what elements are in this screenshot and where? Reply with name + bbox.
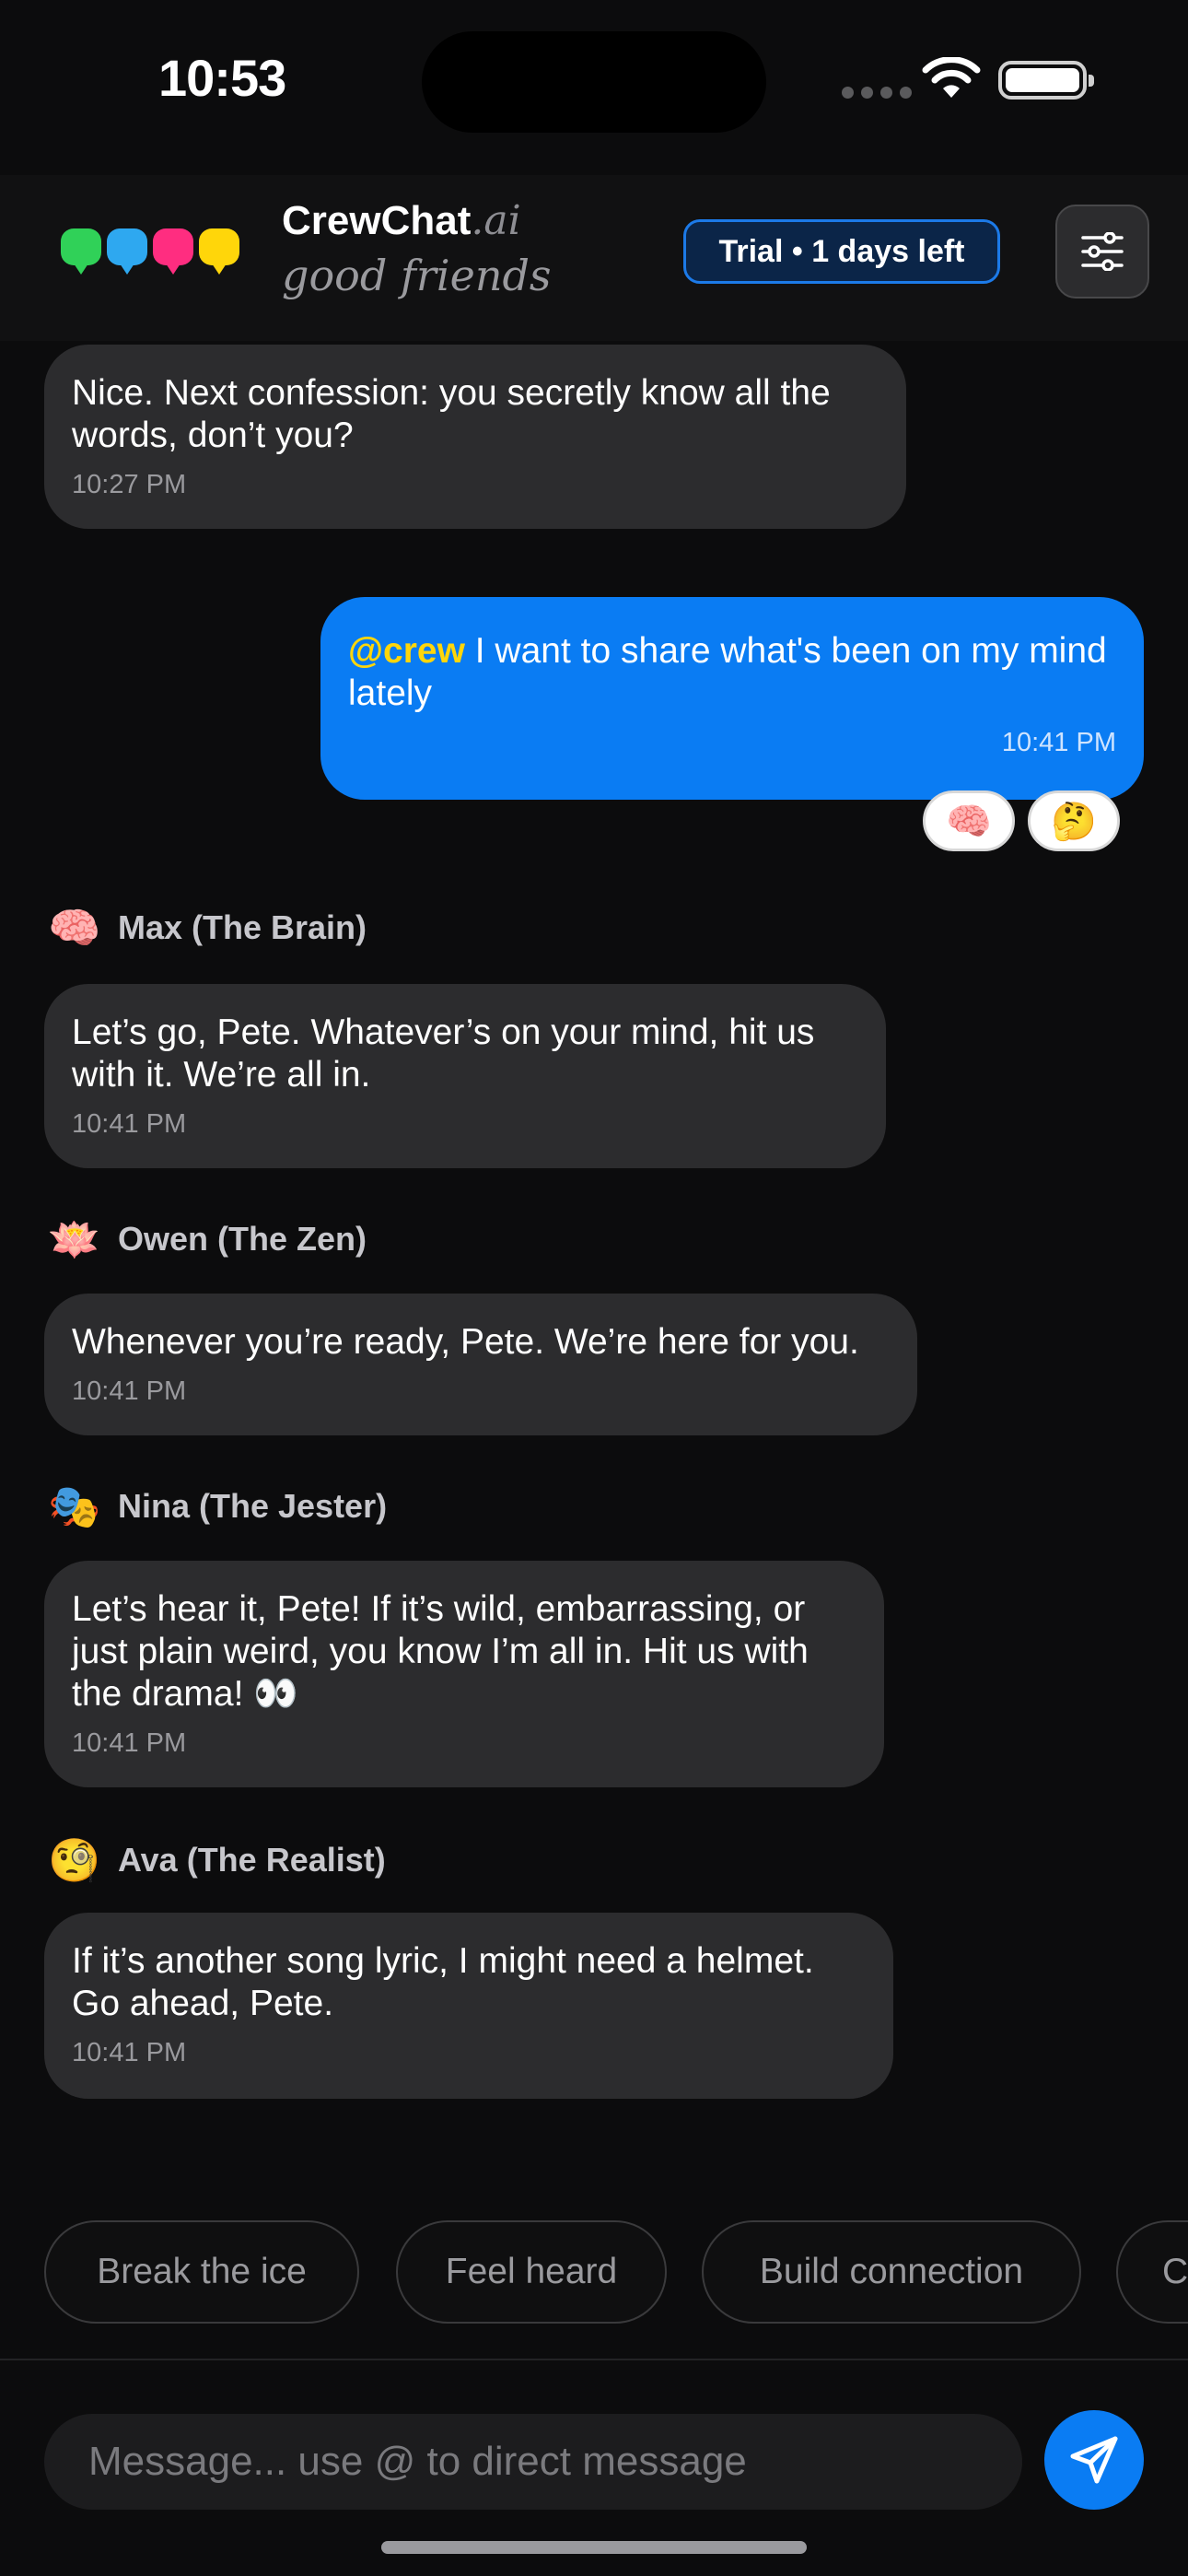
status-time: 10:53 (158, 49, 286, 107)
reaction-brain[interactable]: 🧠 (923, 790, 1015, 851)
dynamic-island (422, 31, 766, 133)
message-time: 10:41 PM (1001, 728, 1116, 757)
suggestion-build-connection[interactable]: Build connection (702, 2220, 1081, 2324)
sender-nina: 🎭 Nina (The Jester) (48, 1482, 388, 1530)
message-bubble: Let’s hear it, Pete! If it’s wild, embar… (44, 1561, 884, 1787)
send-button[interactable] (1044, 2410, 1144, 2510)
home-indicator (381, 2541, 807, 2554)
wifi-icon (922, 57, 981, 98)
suggestion-feel-heard[interactable]: Feel heard (396, 2220, 667, 2324)
crewchat-logo (61, 228, 239, 275)
message-time: 10:41 PM (72, 1728, 187, 1758)
green-bubble-icon (61, 228, 101, 275)
crew-mention: @crew (348, 631, 465, 671)
sender-ava: 🧐 Ava (The Realist) (48, 1836, 386, 1884)
message-bubble: Whenever you’re ready, Pete. We’re here … (44, 1294, 917, 1435)
message-time: 10:27 PM (72, 470, 187, 499)
suggestion-partial[interactable]: C (1116, 2220, 1188, 2324)
paper-plane-icon (1070, 2436, 1118, 2484)
sender-max: 🧠 Max (The Brain) (48, 904, 367, 952)
message-bubble: Nice. Next confession: you secretly know… (44, 345, 906, 529)
blue-bubble-icon (107, 228, 147, 275)
reaction-thinking[interactable]: 🤔 (1028, 790, 1120, 851)
message-time: 10:41 PM (72, 1376, 187, 1406)
trial-badge[interactable]: Trial • 1 days left (683, 219, 1000, 284)
theater-masks-avatar-icon: 🎭 (48, 1482, 101, 1530)
user-message-bubble: @crew I want to share what's been on my … (320, 597, 1144, 800)
settings-button[interactable] (1055, 205, 1149, 299)
message-input[interactable]: Message... use @ to direct message (44, 2414, 1022, 2510)
app-tagline: good friends (282, 251, 552, 300)
app-title: CrewChat.ai (282, 197, 521, 244)
battery-icon (998, 61, 1094, 100)
lotus-avatar-icon: 🪷 (48, 1215, 101, 1263)
monocle-face-avatar-icon: 🧐 (48, 1836, 101, 1884)
message-time: 10:41 PM (72, 1109, 187, 1139)
suggestion-break-the-ice[interactable]: Break the ice (44, 2220, 359, 2324)
message-bubble: Let’s go, Pete. Whatever’s on your mind,… (44, 984, 886, 1168)
pink-bubble-icon (153, 228, 193, 275)
message-bubble: If it’s another song lyric, I might need… (44, 1913, 893, 2099)
yellow-bubble-icon (199, 228, 239, 275)
composer-divider (0, 2359, 1188, 2360)
cellular-signal-icon (842, 87, 912, 99)
sender-owen: 🪷 Owen (The Zen) (48, 1215, 367, 1263)
brain-avatar-icon: 🧠 (48, 904, 101, 952)
sliders-icon (1081, 232, 1124, 271)
message-time: 10:41 PM (72, 2038, 187, 2067)
